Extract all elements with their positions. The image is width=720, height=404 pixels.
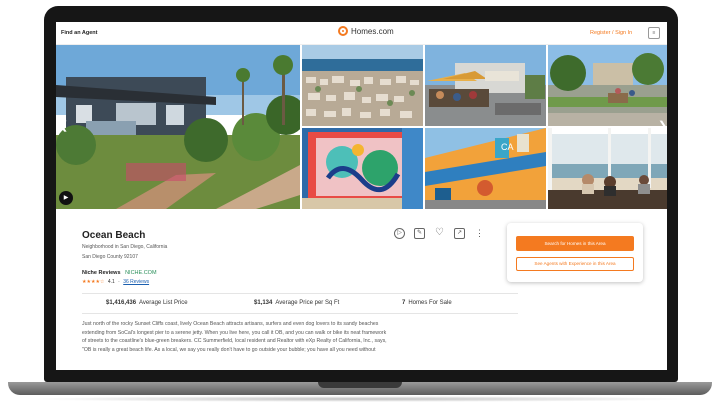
stat-value: 7	[402, 300, 406, 306]
homes-logo-icon	[338, 26, 348, 36]
search-homes-button[interactable]: Search for Homes in this Area	[516, 236, 634, 251]
find-agent-link[interactable]: Find an Agent	[61, 30, 97, 36]
page-title: Ocean Beach	[82, 230, 146, 241]
laptop-shadow	[20, 396, 700, 402]
see-agents-button[interactable]: See Agents with Experience in this Area	[516, 257, 634, 271]
browser-screen: Find an Agent Homes.com Register / Sign …	[56, 22, 667, 370]
neighborhood-subtitle: Neighborhood in San Diego, California	[82, 244, 168, 250]
description-line: "OB is really a great beach life. As a l…	[82, 346, 376, 353]
niche-reviews-heading: Niche Reviews NICHE.COM	[82, 270, 157, 276]
laptop-hinge-notch	[318, 382, 402, 388]
gallery-photo-cafe-patio[interactable]	[425, 45, 546, 126]
description-line: extending from SoCal's longest pier to a…	[82, 329, 387, 336]
gallery-play-button[interactable]: ▶	[59, 191, 73, 205]
stat-avg-price-sqft: $1,134 Average Price per Sq Ft	[254, 300, 339, 306]
gallery-photo-beach-view[interactable]	[548, 128, 667, 209]
play-icon: ▶	[63, 195, 69, 201]
stat-value: $1,416,436	[106, 300, 137, 306]
niche-label: Niche Reviews	[82, 270, 121, 276]
gallery-photo-park[interactable]	[548, 45, 667, 126]
county-zip: San Diego County 92107	[82, 254, 138, 260]
site-header: Find an Agent Homes.com Register / Sign …	[56, 22, 667, 45]
gallery-prev-arrow[interactable]: ❮	[59, 119, 68, 132]
star-rating-icon: ★★★★☆	[82, 279, 105, 285]
description-line: of streets to the coastline's blue-green…	[82, 338, 387, 345]
rating-row: ★★★★☆ 4.1 · 36 Reviews	[82, 279, 150, 285]
cta-card: Search for Homes in this Area See Agents…	[507, 223, 643, 282]
logo-text: Homes.com	[351, 26, 394, 36]
favorite-heart-icon[interactable]: ♡	[434, 228, 445, 239]
action-icons: ▷ ✎ ♡ ↗ ⋮	[394, 228, 485, 239]
edit-note-icon[interactable]: ✎	[414, 228, 425, 239]
stat-label: Average Price per Sq Ft	[275, 300, 340, 306]
gallery-next-arrow[interactable]: ❯	[658, 119, 667, 132]
gallery-photo-mural[interactable]	[302, 128, 423, 209]
svg-text:CA: CA	[501, 142, 514, 152]
gallery-photo-aerial-view[interactable]	[302, 45, 423, 126]
gallery-photo-painted-building[interactable]: CA	[425, 128, 546, 209]
stats-bar: $1,416,436 Average List Price $1,134 Avera…	[82, 293, 518, 314]
reviews-link[interactable]: 36 Reviews	[123, 279, 149, 285]
stat-homes-for-sale: 7 Homes For Sale	[402, 300, 452, 306]
niche-badge: NICHE.COM	[125, 270, 157, 276]
stat-label: Average List Price	[139, 300, 188, 306]
register-signin-link[interactable]: Register / Sign In	[590, 30, 632, 36]
description-line: Just north of the rocky Sunset Cliffs co…	[82, 321, 379, 327]
menu-icon[interactable]: ≡	[648, 27, 660, 39]
gallery-photo-main-house[interactable]	[56, 45, 300, 209]
stat-value: $1,134	[254, 300, 273, 306]
share-icon[interactable]: ↗	[454, 228, 465, 239]
rating-value: 4.1	[107, 279, 115, 285]
site-logo[interactable]: Homes.com	[338, 26, 394, 36]
more-options-icon[interactable]: ⋮	[474, 228, 485, 239]
video-play-icon[interactable]: ▷	[394, 228, 405, 239]
neighborhood-description: Just north of the rocky Sunset Cliffs co…	[82, 320, 518, 354]
stat-label: Homes For Sale	[408, 300, 452, 306]
stat-avg-list-price: $1,416,436 Average List Price	[106, 300, 188, 306]
